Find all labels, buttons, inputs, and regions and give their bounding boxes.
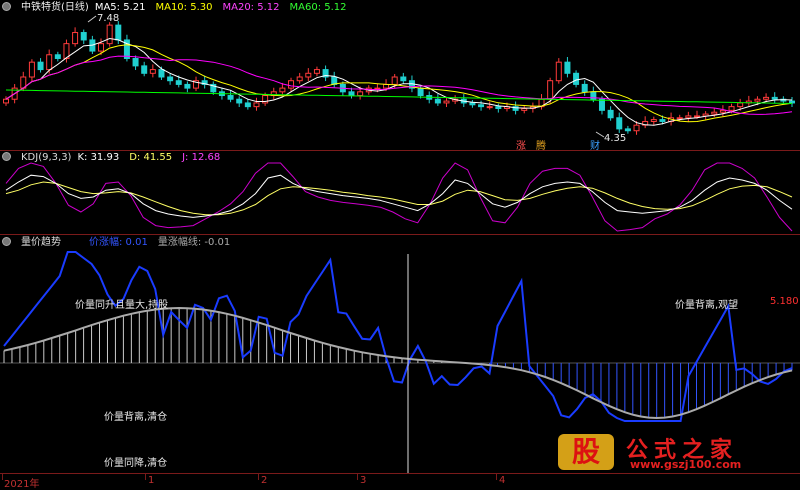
low-price-label: 4.35 [604, 133, 627, 144]
price-chart[interactable] [0, 0, 800, 150]
annotation-clear-2: 价量同降,清仓 [104, 458, 168, 469]
kdj-chart[interactable] [0, 151, 800, 234]
candle-body [693, 115, 700, 118]
annotation-clear-1: 价量背离,清仓 [104, 412, 168, 423]
candle-body [244, 102, 251, 108]
candle-body [37, 61, 44, 71]
candle-body [98, 43, 105, 52]
candle-body [313, 69, 320, 74]
candle-body [400, 76, 407, 82]
logo-char: 股 [571, 435, 600, 468]
candle-body [227, 95, 234, 100]
trend-right-value: 5.180 [770, 296, 799, 307]
candle-body [305, 72, 312, 78]
candle-body [754, 98, 761, 102]
candle-body [279, 87, 286, 93]
candle-body [374, 87, 381, 90]
candle-body [650, 119, 657, 122]
candle-body [288, 80, 295, 89]
kdj-k-line [5, 174, 793, 218]
candle-body [711, 111, 718, 115]
candle-body [581, 83, 588, 93]
annotation-watch: 价量背离,观望 [675, 300, 739, 311]
candle-body [573, 72, 580, 85]
candle-body [184, 83, 191, 89]
divider-2 [0, 234, 800, 235]
axis-tick [258, 474, 259, 480]
candle-body [434, 98, 441, 104]
candle-body [132, 57, 139, 67]
candle-body [616, 117, 623, 130]
candle-body [763, 96, 770, 100]
candle-body [357, 91, 364, 97]
annotation-hold: 价量同升且量大,持股 [75, 300, 169, 311]
candle-body [141, 65, 148, 74]
ma60-line [5, 89, 793, 104]
candle-body [46, 54, 53, 71]
candlesticks [3, 21, 795, 135]
candle-body [624, 128, 631, 132]
candle-body [80, 32, 87, 41]
candle-body [253, 102, 260, 108]
candle-body [391, 76, 398, 85]
price-change-line [3, 251, 793, 422]
candle-body [478, 104, 485, 108]
site-logo: 股 公式之家 www.gszj100.com [558, 432, 794, 472]
candle-body [115, 24, 122, 41]
high-pointer [87, 15, 97, 23]
candle-body [495, 106, 502, 109]
axis-label-year: 2021年 [4, 479, 40, 490]
candle-body [521, 108, 528, 111]
candle-body [771, 96, 778, 100]
logo-badge: 股 [558, 434, 614, 470]
candle-body [728, 106, 735, 111]
candle-body [158, 69, 165, 78]
high-price-label: 7.48 [97, 13, 120, 24]
candle-body [719, 109, 726, 113]
candle-body [348, 91, 355, 97]
candle-body [737, 102, 744, 108]
candle-body [3, 98, 9, 104]
candle-body [547, 80, 554, 100]
candle-body [598, 98, 605, 111]
kdj-j-line [5, 162, 793, 232]
candle-body [633, 124, 640, 132]
candle-body [417, 87, 424, 97]
candle-body [676, 117, 683, 120]
kdj-d-line [5, 181, 793, 216]
candle-body [149, 69, 156, 74]
candle-body [236, 98, 243, 104]
candle-body [296, 76, 303, 82]
candle-body [486, 106, 493, 109]
candle-body [28, 61, 35, 78]
axis-label-jan: 1 [148, 475, 155, 486]
candle-body [469, 102, 476, 106]
date-axis: 2021年 1 2 3 4 [0, 473, 800, 490]
candle-body [555, 61, 562, 82]
axis-label-apr: 4 [499, 475, 506, 486]
axis-tick [496, 474, 497, 480]
candle-body [175, 80, 182, 85]
logo-url: www.gszj100.com [630, 458, 742, 471]
ma5-line [5, 37, 793, 126]
candle-body [167, 76, 174, 82]
candle-body [607, 109, 614, 119]
axis-label-feb: 2 [261, 475, 268, 486]
candle-body [685, 115, 692, 119]
axis-tick [357, 474, 358, 480]
candle-body [54, 54, 61, 59]
axis-tick [2, 474, 3, 480]
candle-body [789, 100, 795, 104]
candle-body [443, 100, 450, 104]
axis-tick [145, 474, 146, 480]
candle-body [106, 24, 113, 45]
axis-label-mar: 3 [360, 475, 367, 486]
candle-body [72, 32, 79, 45]
candle-body [564, 61, 571, 74]
candle-body [659, 119, 666, 122]
